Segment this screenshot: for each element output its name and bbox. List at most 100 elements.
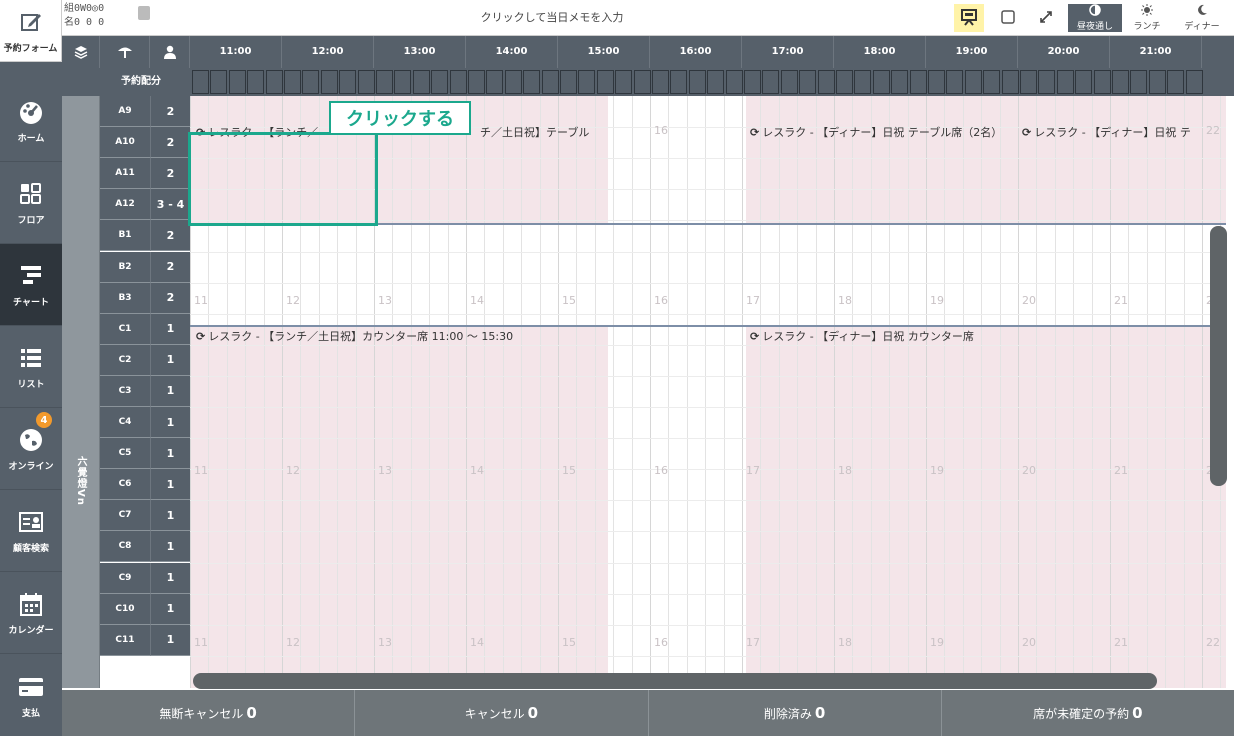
nav-online[interactable]: 4 オンライン <box>0 408 62 490</box>
mode-all-day-button[interactable]: 昼夜通し <box>1068 4 1122 32</box>
table-name-cell[interactable]: B1 <box>100 220 150 252</box>
allocation-cell[interactable] <box>836 70 853 94</box>
allocation-cell[interactable] <box>339 70 357 94</box>
no-show-cancel-tab[interactable]: 無断キャンセル 0 <box>62 690 356 736</box>
nav-calendar[interactable]: カレンダー <box>0 572 62 654</box>
allocation-cell[interactable] <box>357 70 375 94</box>
nav-list[interactable]: リスト <box>0 326 62 408</box>
table-name-cell[interactable]: B2 <box>100 251 150 283</box>
allocation-cell[interactable] <box>725 70 743 94</box>
allocation-cell[interactable] <box>578 70 596 94</box>
event-a-lunch-continued[interactable]: チ／土日祝】テーブル <box>480 124 589 140</box>
allocation-cell[interactable] <box>891 70 909 94</box>
table-name-cell[interactable]: A10 <box>100 127 150 159</box>
allocation-cell[interactable] <box>541 70 559 94</box>
allocation-cell[interactable] <box>247 70 265 94</box>
allocation-cell[interactable] <box>449 70 467 94</box>
allocation-cell[interactable] <box>872 70 890 94</box>
memo-clip-icon[interactable] <box>138 6 150 20</box>
allocation-cell[interactable] <box>1148 70 1166 94</box>
cancel-tab[interactable]: キャンセル 0 <box>355 690 649 736</box>
allocation-cell[interactable] <box>486 70 504 94</box>
table-name-cell[interactable]: C6 <box>100 469 150 501</box>
allocation-cell[interactable] <box>228 70 246 94</box>
allocation-cell[interactable] <box>615 70 633 94</box>
allocation-cell[interactable] <box>946 70 964 94</box>
table-name-cell[interactable]: C9 <box>100 562 150 594</box>
allocation-cell[interactable] <box>1130 70 1148 94</box>
table-name-cell[interactable]: C1 <box>100 313 150 345</box>
table-name-cell[interactable]: C4 <box>100 407 150 438</box>
mode-dinner-button[interactable]: ディナー <box>1174 4 1230 32</box>
unassigned-tab[interactable]: 席が未確定の予約 0 <box>942 690 1234 736</box>
allocation-cell[interactable] <box>744 70 761 94</box>
table-name-cell[interactable]: C7 <box>100 500 150 532</box>
nav-home[interactable]: ホーム <box>0 80 62 162</box>
allocation-cell[interactable] <box>523 70 541 94</box>
table-name-cell[interactable]: C5 <box>100 438 150 470</box>
daily-memo-input[interactable]: クリックして当日メモを入力 <box>362 0 742 36</box>
table-name-cell[interactable]: C3 <box>100 375 150 407</box>
nav-customer-search[interactable]: 顧客検索 <box>0 490 62 572</box>
allocation-cell[interactable] <box>284 70 301 94</box>
allocation-cell[interactable] <box>780 70 798 94</box>
allocation-cell[interactable] <box>762 70 780 94</box>
allocation-cell[interactable] <box>1038 70 1056 94</box>
nav-payment[interactable]: 支払 <box>0 654 62 736</box>
table-name-cell[interactable]: C10 <box>100 593 150 625</box>
allocation-cell[interactable] <box>376 70 393 94</box>
allocation-cell[interactable] <box>909 70 927 94</box>
allocation-cell[interactable] <box>1167 70 1185 94</box>
table-name-cell[interactable]: C8 <box>100 531 150 563</box>
table-name-cell[interactable]: C11 <box>100 624 150 656</box>
event-c-lunch[interactable]: ⟳ レスラク - 【ランチ／土日祝】カウンター席 11:00 ～ 15:30 <box>196 328 513 344</box>
mode-lunch-button[interactable]: ランチ <box>1124 4 1170 32</box>
deleted-tab[interactable]: 削除済み 0 <box>649 690 942 736</box>
table-name-cell[interactable]: C2 <box>100 344 150 376</box>
allocation-cell[interactable] <box>633 70 651 94</box>
allocation-cell[interactable] <box>394 70 412 94</box>
allocation-cell[interactable] <box>320 70 338 94</box>
vertical-scrollbar[interactable] <box>1210 226 1227 486</box>
allocation-cell[interactable] <box>817 70 835 94</box>
nav-reservation-form[interactable]: 予約フォーム <box>0 0 62 62</box>
table-name-cell[interactable]: B3 <box>100 282 150 314</box>
horizontal-scrollbar[interactable] <box>193 673 1157 689</box>
allocation-cell[interactable] <box>210 70 228 94</box>
allocation-cell[interactable] <box>928 70 945 94</box>
allocation-cell[interactable] <box>799 70 817 94</box>
allocation-cell[interactable] <box>1056 70 1074 94</box>
allocation-cell[interactable] <box>1020 70 1037 94</box>
table-umbrella-icon[interactable] <box>100 36 150 68</box>
allocation-cell[interactable] <box>652 70 669 94</box>
allocation-cell[interactable] <box>688 70 706 94</box>
table-name-cell[interactable]: A12 <box>100 189 150 221</box>
allocation-cell[interactable] <box>560 70 577 94</box>
allocation-cell[interactable] <box>1185 70 1203 94</box>
allocation-cell[interactable] <box>302 70 320 94</box>
event-c-dinner[interactable]: ⟳ レスラク - 【ディナー】日祝 カウンター席 <box>750 328 974 344</box>
allocation-cell[interactable] <box>854 70 872 94</box>
allocation-cell[interactable] <box>504 70 522 94</box>
event-a-dinner-2[interactable]: ⟳ レスラク - 【ディナー】日祝 テ <box>1022 124 1226 140</box>
fullscreen-button[interactable] <box>1032 4 1060 32</box>
table-name-cell[interactable]: A11 <box>100 158 150 190</box>
allocation-cell[interactable] <box>670 70 688 94</box>
allocation-cell[interactable] <box>964 70 982 94</box>
allocation-cell[interactable] <box>1075 70 1093 94</box>
allocation-cell[interactable] <box>1001 70 1019 94</box>
click-target-highlight[interactable] <box>188 132 378 226</box>
allocation-cell[interactable] <box>707 70 725 94</box>
allocation-cell[interactable] <box>1093 70 1111 94</box>
event-a-dinner[interactable]: ⟳ レスラク - 【ディナー】日祝 テーブル席（2名） <box>750 124 1002 140</box>
allocation-cell[interactable] <box>265 70 283 94</box>
layers-icon[interactable] <box>62 36 100 68</box>
nav-chart[interactable]: チャート <box>0 244 62 326</box>
allocation-cell[interactable] <box>192 70 209 94</box>
person-icon[interactable] <box>150 36 190 68</box>
blank-toggle-button[interactable] <box>994 4 1022 32</box>
allocation-cell[interactable] <box>468 70 485 94</box>
allocation-cell[interactable] <box>1112 70 1129 94</box>
presentation-view-button[interactable] <box>954 4 984 32</box>
allocation-cell[interactable] <box>431 70 449 94</box>
